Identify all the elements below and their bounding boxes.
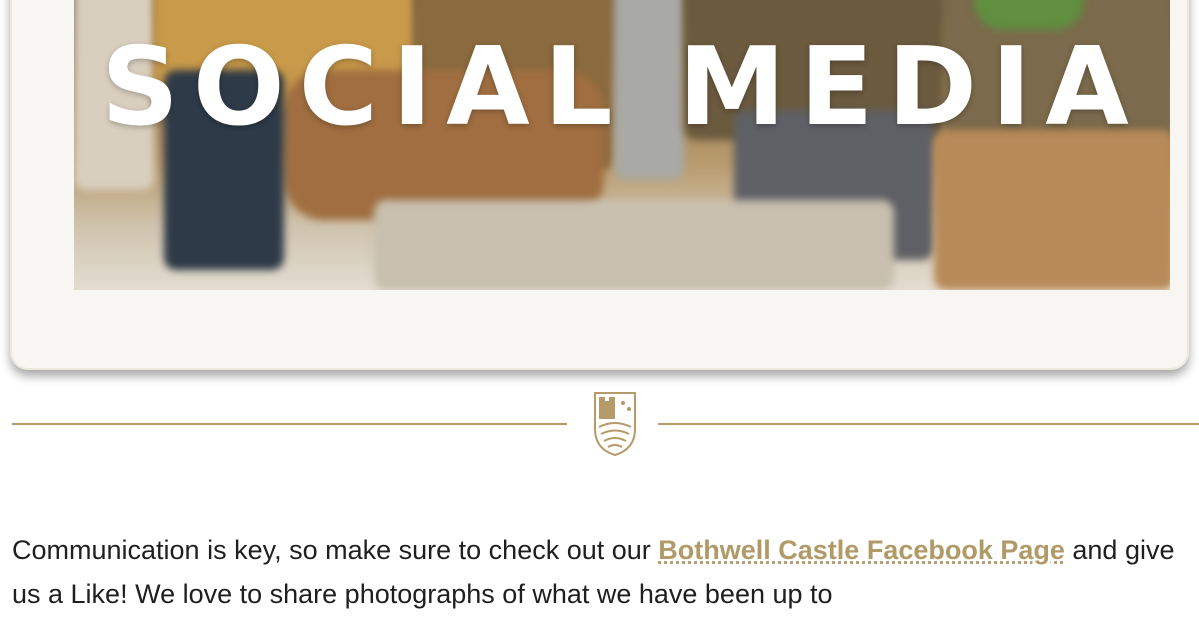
divider-line-left (12, 423, 567, 425)
intro-text-before: Communication is key, so make sure to ch… (12, 535, 659, 565)
intro-paragraph: Communication is key, so make sure to ch… (12, 528, 1199, 616)
facebook-page-link[interactable]: Bothwell Castle Facebook Page (658, 535, 1065, 565)
banner-title: SOCIAL MEDIA (101, 25, 1143, 150)
banner-frame: SOCIAL MEDIA (10, 0, 1189, 370)
castle-crest-icon (594, 392, 636, 457)
divider-line-right (658, 423, 1199, 425)
